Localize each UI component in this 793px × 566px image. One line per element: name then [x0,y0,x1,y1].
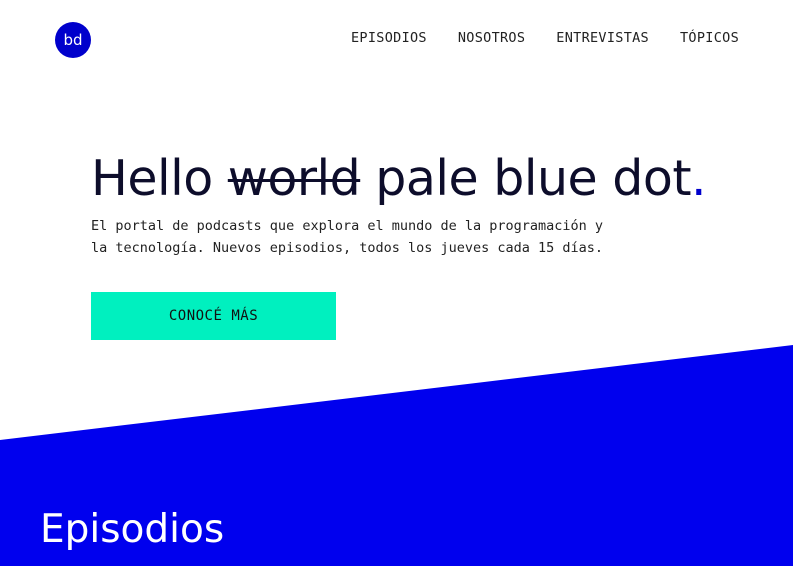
logo-text: bd [63,31,83,49]
hero-title: Hello world pale blue dot. [91,150,707,209]
hero-title-start: Hello [91,150,213,207]
hero-subtitle-line-2: la tecnología. Nuevos episodios, todos l… [91,240,604,256]
nav-link-entrevistas[interactable]: ENTREVISTAS [556,30,649,46]
hero-subtitle-line-1: El portal de podcasts que explora el mun… [91,218,604,234]
hero-title-strikethrough: world [227,150,361,207]
nav-link-topicos[interactable]: TÓPICOS [680,30,739,46]
nav-link-nosotros[interactable]: NOSOTROS [458,30,525,46]
site-logo[interactable]: bd [55,22,91,58]
cta-button[interactable]: CONOCÉ MÁS [91,292,336,340]
episodes-background-band [0,345,793,566]
nav-link-episodios[interactable]: EPISODIOS [351,30,427,46]
hero-title-dot: . [691,150,707,207]
hero-subtitle: El portal de podcasts que explora el mun… [91,215,691,259]
main-nav: EPISODIOS NOSOTROS ENTREVISTAS TÓPICOS [351,30,739,46]
hero-title-end: pale blue dot [375,150,692,207]
episodes-section-title: Episodios [40,507,225,552]
